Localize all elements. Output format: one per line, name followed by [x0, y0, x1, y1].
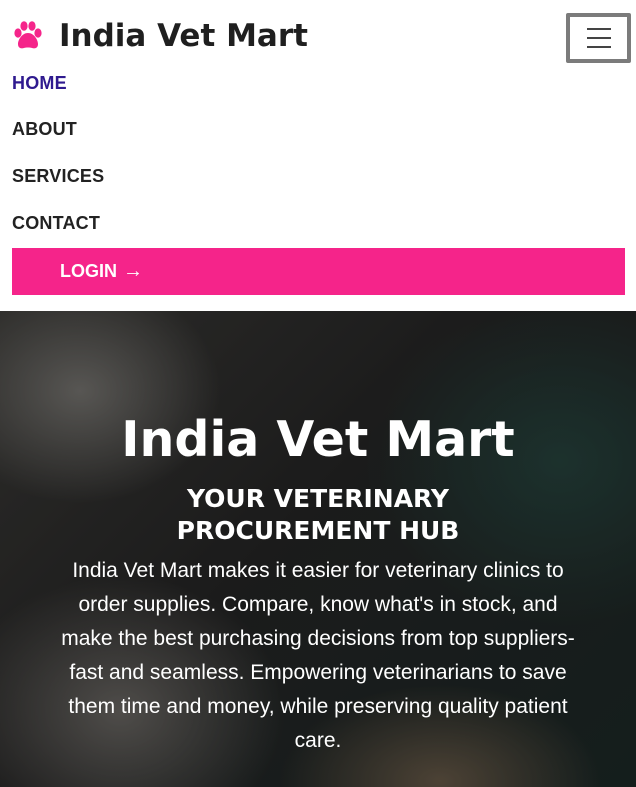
- brand-name: India Vet Mart: [59, 18, 308, 54]
- hero-section: India Vet Mart YOUR VETERINARY PROCUREME…: [0, 311, 636, 787]
- site-logo[interactable]: India Vet Mart: [11, 18, 308, 54]
- hamburger-menu-icon: [586, 28, 611, 30]
- hero-subtitle: YOUR VETERINARY PROCUREMENT HUB: [176, 484, 460, 545]
- arrow-right-icon: →: [123, 260, 143, 282]
- nav-item-services[interactable]: SERVICES: [12, 166, 104, 187]
- hamburger-menu-icon: [586, 46, 611, 48]
- menu-toggle-button[interactable]: [566, 13, 631, 63]
- site-header: India Vet Mart: [0, 0, 636, 72]
- hamburger-menu-icon: [586, 37, 611, 39]
- paw-icon: [14, 21, 42, 49]
- login-label: LOGIN: [60, 261, 117, 281]
- nav-item-about[interactable]: ABOUT: [12, 119, 77, 140]
- hero-title: India Vet Mart: [121, 411, 515, 468]
- hero-description: India Vet Mart makes it easier for veter…: [61, 559, 575, 752]
- login-button[interactable]: LOGIN →: [12, 248, 625, 295]
- nav-item-home[interactable]: HOME: [12, 73, 67, 94]
- nav-item-contact[interactable]: CONTACT: [12, 213, 100, 234]
